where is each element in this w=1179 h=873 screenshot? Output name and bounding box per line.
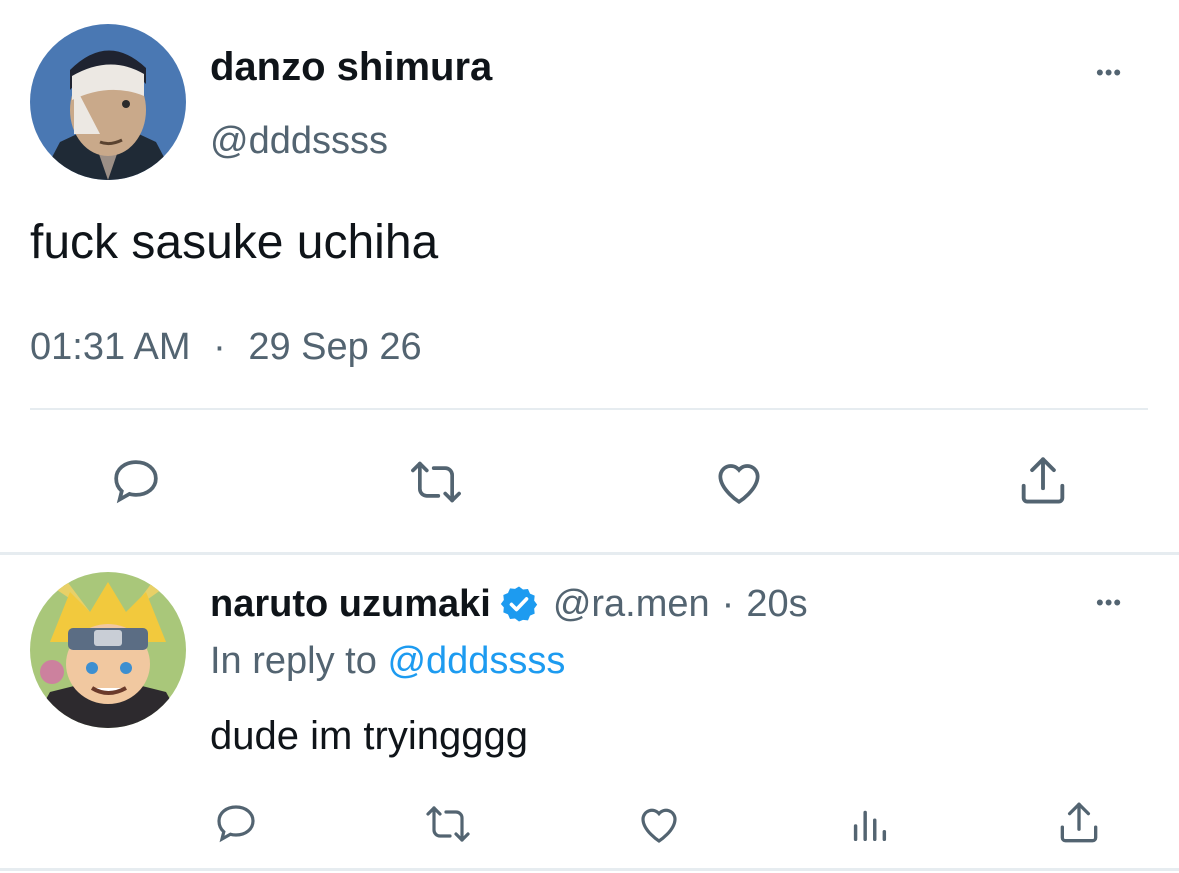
reply-like-icon[interactable]	[634, 800, 684, 848]
reply-context-handle[interactable]: @dddssss	[387, 640, 565, 682]
reply-reply-icon[interactable]	[212, 800, 260, 848]
danzo-avatar[interactable]	[30, 24, 186, 180]
tweet-time[interactable]: 01:31 AM	[30, 326, 191, 368]
tweet-text: fuck sasuke uchiha	[30, 216, 439, 269]
verified-badge-icon	[499, 584, 539, 624]
share-icon[interactable]	[1014, 452, 1072, 510]
tweet-author-name[interactable]: danzo shimura	[210, 44, 492, 90]
reply-icon[interactable]	[108, 454, 164, 510]
reply-bottom-separator	[0, 868, 1179, 871]
reply-share-icon[interactable]	[1054, 798, 1104, 848]
reply-time[interactable]: 20s	[746, 580, 807, 628]
tweet-separator	[0, 552, 1179, 555]
reply-retweet-icon[interactable]	[422, 800, 474, 848]
views-icon[interactable]	[846, 800, 892, 848]
naruto-avatar-image	[30, 572, 186, 728]
tweet-timestamp: 01:31 AM · 29 Sep 26	[30, 322, 422, 372]
reply-text: dude im tryingggg	[210, 714, 528, 758]
like-icon[interactable]	[710, 454, 768, 510]
reply-author-handle[interactable]: @ra.men	[553, 580, 710, 628]
tweet-date[interactable]: 29 Sep 26	[248, 326, 421, 368]
danzo-avatar-image	[30, 24, 186, 180]
tweet-more-icon[interactable]: •••	[1096, 62, 1122, 84]
tweet-author-handle[interactable]: @dddssss	[210, 118, 388, 164]
reply-header: naruto uzumaki @ra.men · 20s	[210, 580, 808, 628]
retweet-icon[interactable]	[406, 454, 466, 510]
reply-author-name[interactable]: naruto uzumaki	[210, 580, 491, 628]
reply-dot: ·	[721, 583, 735, 625]
reply-more-icon[interactable]: •••	[1096, 592, 1122, 614]
reply-context-prefix: In reply to	[210, 640, 377, 682]
tweet-dot: ·	[213, 326, 226, 368]
naruto-avatar[interactable]	[30, 572, 186, 728]
tweet-divider	[30, 408, 1148, 410]
reply-context: In reply to @dddssss	[210, 636, 565, 686]
